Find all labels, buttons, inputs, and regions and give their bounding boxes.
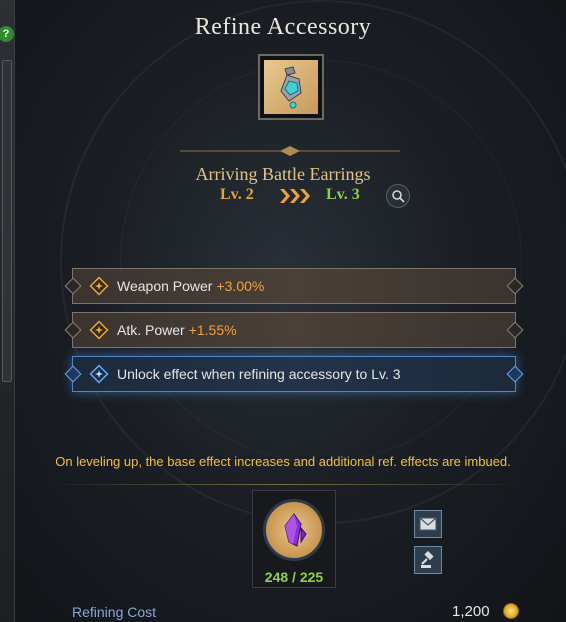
- window-title: Refine Accessory: [194, 14, 372, 40]
- effect-row-atk-power: Atk. Power +1.55%: [72, 312, 516, 348]
- background-ornament-inner: [120, 60, 522, 462]
- refining-cost-label: Refining Cost: [72, 604, 157, 620]
- envelope-icon: [419, 517, 437, 531]
- level-from: Lv. 2: [220, 186, 254, 203]
- refining-cost-value: 1,200: [452, 603, 490, 620]
- gavel-icon: [421, 551, 434, 568]
- gold-coin-icon: [503, 603, 519, 619]
- left-scroll-rail[interactable]: [0, 0, 15, 622]
- item-name: Arriving Battle Earrings: [195, 164, 371, 184]
- effect-row-unlock[interactable]: Unlock effect when refining accessory to…: [72, 356, 516, 392]
- magnify-icon[interactable]: [386, 184, 410, 208]
- diamond-star-blue-icon: [89, 364, 109, 384]
- refine-notice: On leveling up, the base effect increase…: [55, 454, 511, 469]
- level-to: Lv. 3: [326, 186, 360, 203]
- effect-label: Unlock effect when refining accessory to…: [117, 366, 401, 382]
- level-arrows-icon: [280, 189, 310, 208]
- diamond-star-icon: [89, 320, 109, 340]
- diamond-star-icon: [89, 276, 109, 296]
- scrollbar-thumb[interactable]: [2, 60, 12, 382]
- effect-label: Atk. Power: [117, 322, 185, 338]
- effect-row-weapon-power: Weapon Power +3.00%: [72, 268, 516, 304]
- crystal-icon: [263, 499, 325, 561]
- material-slot[interactable]: 248 / 225: [252, 490, 336, 588]
- mail-button[interactable]: [414, 510, 442, 538]
- level-row: Lv. 2 Lv. 3: [0, 184, 566, 208]
- divider: [40, 484, 526, 485]
- accessory-slot[interactable]: [258, 54, 324, 120]
- material-count: 248 / 225: [264, 569, 324, 585]
- auction-button[interactable]: [414, 546, 442, 574]
- effect-label: Weapon Power: [117, 278, 213, 294]
- effect-value: +3.00%: [216, 278, 265, 294]
- effect-value: +1.55%: [188, 322, 237, 338]
- title-ornament: [180, 146, 400, 156]
- earrings-icon: [264, 60, 318, 114]
